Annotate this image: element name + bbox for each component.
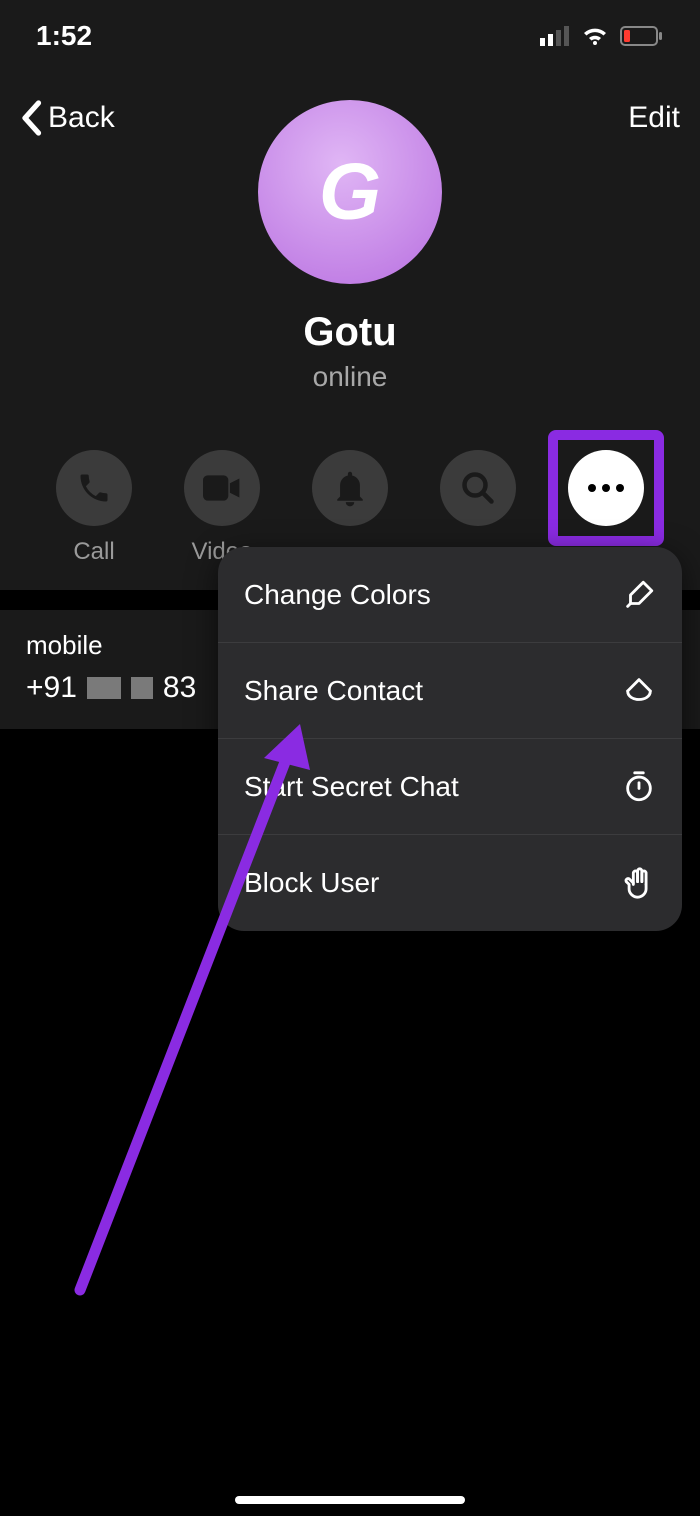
call-label: Call [73, 538, 114, 566]
search-icon [460, 470, 496, 506]
more-icon [586, 483, 626, 493]
profile-header-area: 1:52 Back Edit G Gotu online [0, 0, 700, 590]
hand-icon [622, 866, 656, 900]
status-indicators [540, 25, 664, 47]
phone-icon [76, 470, 112, 506]
menu-start-secret-chat[interactable]: Start Secret Chat [218, 739, 682, 835]
wifi-icon [580, 25, 610, 47]
battery-low-icon [620, 26, 664, 46]
status-time: 1:52 [36, 20, 92, 52]
menu-item-label: Block User [244, 867, 379, 899]
menu-share-contact[interactable]: Share Contact [218, 643, 682, 739]
brush-icon [622, 578, 656, 612]
menu-item-label: Share Contact [244, 675, 423, 707]
contact-name: Gotu [303, 310, 396, 355]
bell-icon [333, 469, 367, 507]
avatar-section: G Gotu online [0, 100, 700, 393]
cellular-icon [540, 26, 570, 46]
menu-item-label: Start Secret Chat [244, 771, 459, 803]
more-button[interactable] [568, 450, 644, 526]
video-icon [203, 474, 241, 502]
redacted [87, 677, 121, 699]
share-icon [622, 674, 656, 708]
status-bar: 1:52 [0, 0, 700, 72]
context-menu: Change Colors Share Contact Start Secret… [218, 547, 682, 931]
call-button[interactable] [56, 450, 132, 526]
avatar[interactable]: G [258, 100, 442, 284]
video-button[interactable] [184, 450, 260, 526]
menu-item-label: Change Colors [244, 579, 431, 611]
avatar-initial: G [319, 146, 381, 238]
contact-status: online [313, 361, 388, 393]
home-indicator[interactable] [235, 1496, 465, 1504]
timer-icon [622, 770, 656, 804]
menu-block-user[interactable]: Block User [218, 835, 682, 931]
redacted [131, 677, 153, 699]
mute-button[interactable] [312, 450, 388, 526]
call-action[interactable]: Call [56, 450, 132, 566]
menu-change-colors[interactable]: Change Colors [218, 547, 682, 643]
contact-profile-screen: 1:52 Back Edit G Gotu online [0, 0, 700, 1516]
search-button[interactable] [440, 450, 516, 526]
